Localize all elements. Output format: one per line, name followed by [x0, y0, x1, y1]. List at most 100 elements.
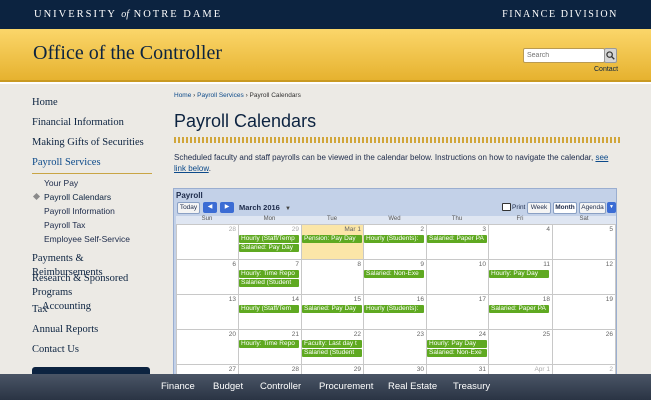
sidebar-item-payroll-services[interactable]: Payroll Services — [32, 156, 152, 174]
finance-division-link[interactable]: FINANCE DIVISION — [502, 9, 618, 20]
day-number: 8 — [357, 261, 361, 268]
payroll-calendar: Payroll Today ◀ ▶ March 2016 ▼ Print Wee… — [173, 188, 617, 379]
site-title[interactable]: Office of the Controller — [33, 42, 222, 65]
sidebar-item-financial-information[interactable]: Financial Information — [32, 116, 152, 136]
calendar-event[interactable]: Hourly: Time Repo — [239, 270, 299, 278]
current-month[interactable]: March 2016 ▼ — [239, 202, 291, 215]
day-cell[interactable]: 6 — [176, 259, 238, 294]
calendar-grid: Sun Mon Tue Wed Thu Fri Sat 28 29 Mar 1 … — [176, 216, 616, 379]
calendar-event[interactable]: Salaried: Paper PA — [427, 235, 487, 243]
calendar-event[interactable]: Faculty: Last day t — [302, 340, 362, 348]
university-logo[interactable]: UNIVERSITY of NOTRE DAME — [34, 9, 222, 20]
day-number: 16 — [416, 296, 424, 303]
calendar-event[interactable]: Hourly: Pay Day — [489, 270, 549, 278]
calendar-event[interactable]: Salaried: Paper PA — [489, 305, 549, 313]
day-number: 6 — [232, 261, 236, 268]
calendar-event[interactable]: Hourly: Pay Day — [427, 340, 487, 348]
calendar-event[interactable]: Hourly (Staff/Temp — [239, 235, 299, 243]
calendar-event[interactable]: Salaried (Student — [302, 349, 362, 357]
sidebar-subitem-payroll-calendars[interactable]: Payroll Calendars — [32, 191, 152, 205]
prev-month-button[interactable]: ◀ — [203, 202, 217, 213]
day-cell[interactable]: 26 — [552, 329, 616, 364]
day-number: 15 — [353, 296, 361, 303]
day-number: 20 — [228, 331, 236, 338]
calendar-event[interactable]: Salaried (Student — [239, 279, 299, 287]
footer-link-real-estate[interactable]: Real Estate — [388, 381, 437, 392]
day-number: 9 — [420, 261, 424, 268]
calendar-event[interactable]: Salaried: Pay Day — [239, 244, 299, 252]
day-number: 30 — [416, 366, 424, 373]
footer-link-budget[interactable]: Budget — [213, 381, 243, 392]
today-button[interactable]: Today — [177, 202, 200, 214]
day-number: 5 — [609, 226, 613, 233]
day-number: 22 — [353, 331, 361, 338]
weekday-header: Thu — [426, 216, 488, 224]
calendar-event[interactable]: Salaried: Non-Exe — [364, 270, 424, 278]
day-cell[interactable]: 13 — [176, 294, 238, 329]
day-number: 18 — [542, 296, 550, 303]
printer-icon — [502, 203, 511, 212]
main-area: Home Financial Information Making Gifts … — [0, 84, 651, 379]
intro-end: . — [208, 164, 211, 173]
day-cell[interactable]: 12 — [552, 259, 616, 294]
breadcrumb: Home › Payroll Services › Payroll Calend… — [174, 92, 620, 99]
next-month-button[interactable]: ▶ — [220, 202, 234, 213]
print-button[interactable]: Print — [502, 202, 525, 214]
breadcrumb-home[interactable]: Home — [174, 92, 191, 99]
day-number: 24 — [478, 331, 486, 338]
day-number: Apr 1 — [534, 366, 550, 373]
day-cell[interactable]: 23 — [363, 329, 426, 364]
sidebar-item-home[interactable]: Home — [32, 96, 152, 116]
day-cell[interactable]: 5 — [552, 224, 616, 259]
sidebar-item-annual-reports[interactable]: Annual Reports — [32, 323, 152, 343]
day-cell[interactable]: 8 — [301, 259, 363, 294]
day-number: 7 — [295, 261, 299, 268]
month-view-button[interactable]: Month — [553, 202, 577, 214]
calendar-event[interactable]: Hourly (Students): — [364, 305, 424, 313]
day-number: Mar 1 — [344, 226, 361, 233]
sidebar-nav: Home Financial Information Making Gifts … — [32, 96, 152, 363]
calendar-title: Payroll — [176, 191, 203, 200]
view-menu-chevron-icon[interactable]: ▼ — [607, 202, 616, 213]
chevron-down-icon: ▼ — [284, 206, 291, 212]
sidebar-item-payments[interactable]: Payments & Reimbursements — [32, 252, 152, 278]
weekday-header: Sun — [176, 216, 238, 224]
footer-link-treasury[interactable]: Treasury — [453, 381, 490, 392]
calendar-event[interactable]: Salaried: Pay Day — [302, 305, 362, 313]
intro-body: Scheduled faculty and staff payrolls can… — [174, 153, 596, 162]
day-number: 13 — [228, 296, 236, 303]
day-cell[interactable]: 17 — [426, 294, 488, 329]
day-cell[interactable]: 28 — [176, 224, 238, 259]
calendar-event[interactable]: Hourly (Students): — [364, 235, 424, 243]
day-cell[interactable]: 19 — [552, 294, 616, 329]
calendar-event[interactable]: Pension: Pay Day — [302, 235, 362, 243]
sidebar-item-making-gifts[interactable]: Making Gifts of Securities — [32, 136, 152, 156]
day-cell[interactable]: 25 — [488, 329, 552, 364]
calendar-event[interactable]: Salaried: Non-Exe — [427, 349, 487, 357]
week-view-button[interactable]: Week — [527, 202, 551, 214]
footer-link-controller[interactable]: Controller — [260, 381, 301, 392]
contact-link[interactable]: Contact — [594, 66, 618, 73]
day-number: 21 — [291, 331, 299, 338]
sidebar-item-contact-us[interactable]: Contact Us — [32, 343, 152, 363]
footer-link-finance[interactable]: Finance — [161, 381, 195, 392]
agenda-view-button[interactable]: Agenda — [579, 202, 606, 214]
day-cell[interactable]: 4 — [488, 224, 552, 259]
calendar-event[interactable]: Hourly: Time Repo — [239, 340, 299, 348]
sidebar-subitem-payroll-information[interactable]: Payroll Information — [32, 205, 152, 219]
search-input[interactable] — [523, 48, 605, 63]
footer-link-procurement[interactable]: Procurement — [319, 381, 373, 392]
calendar-event[interactable]: Hourly (Staff/Tem — [239, 305, 299, 313]
research-line-1: Research & Sponsored Programs — [32, 273, 129, 298]
day-cell[interactable]: 10 — [426, 259, 488, 294]
sidebar-subitem-payroll-tax[interactable]: Payroll Tax — [32, 219, 152, 233]
sidebar-subitem-your-pay[interactable]: Your Pay — [32, 177, 152, 191]
day-cell[interactable]: 20 — [176, 329, 238, 364]
search-button[interactable] — [604, 48, 617, 63]
sidebar-subitem-employee-self-service[interactable]: Employee Self-Service — [32, 233, 152, 247]
day-number: 29 — [353, 366, 361, 373]
breadcrumb-separator: › — [193, 92, 196, 99]
weekday-header: Mon — [238, 216, 301, 224]
breadcrumb-payroll-services[interactable]: Payroll Services — [197, 92, 244, 99]
sidebar-item-research[interactable]: Research & Sponsored Programs Accounting — [32, 272, 152, 312]
